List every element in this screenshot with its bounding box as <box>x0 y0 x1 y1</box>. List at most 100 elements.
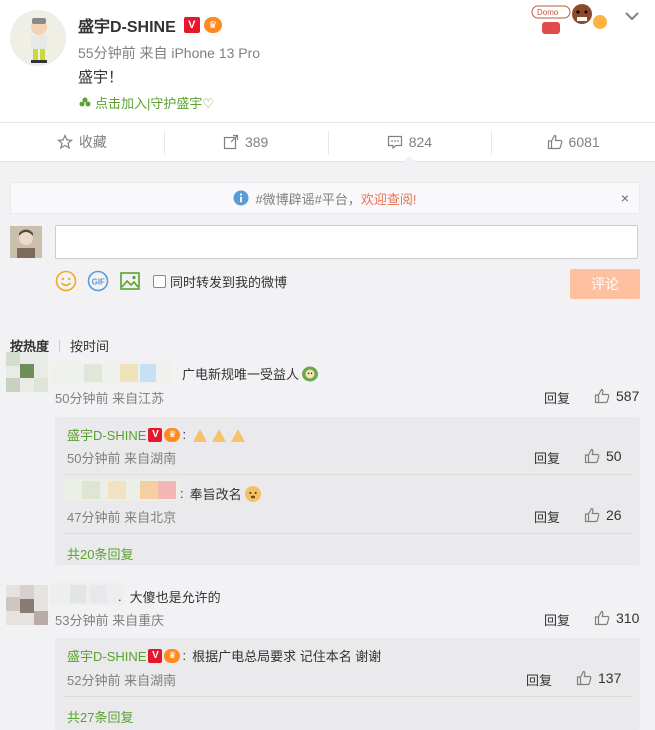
reply-button[interactable]: 回复 <box>534 507 560 526</box>
reply-meta: 52分钟前 来自湖南 <box>67 673 177 688</box>
comment-like-count: 587 <box>616 388 640 404</box>
submit-comment-button[interactable]: 评论 <box>570 269 640 299</box>
my-avatar <box>10 226 42 258</box>
smiley-icon[interactable] <box>55 270 77 292</box>
reply-like-button[interactable]: 137 <box>576 670 621 686</box>
crown-badge-icon: ♛ <box>164 648 181 663</box>
info-icon <box>233 190 249 206</box>
domo-sticker-decoration: Domo <box>528 0 610 38</box>
commenter-name-blurred[interactable] <box>50 583 124 605</box>
reply-button[interactable]: 回复 <box>544 388 570 407</box>
reply-divider <box>63 533 633 534</box>
commenter-name-blurred[interactable] <box>50 362 172 384</box>
post-action-bar: 收藏 389 824 6081 <box>0 122 655 162</box>
thumbs-up-icon <box>584 507 600 523</box>
reply-like-count: 26 <box>606 507 622 523</box>
like-button[interactable]: 6081 <box>491 123 655 161</box>
reply-text: : 奉旨改名 <box>180 484 262 503</box>
chevron-down-icon[interactable] <box>622 8 642 24</box>
comment-body: 大傻也是允许的 <box>129 590 221 605</box>
post-source: 来自 iPhone 13 Pro <box>139 45 261 61</box>
commenter-avatar-blurred[interactable] <box>6 585 48 625</box>
more-replies-link[interactable]: 共27条回复 <box>67 707 133 726</box>
author-name-row: 盛宇D-SHINE V ♛ <box>78 13 222 37</box>
comment-icon <box>387 135 402 150</box>
reply-colon: : <box>182 427 187 442</box>
comment-input[interactable] <box>55 225 638 259</box>
reply-meta: 47分钟前 来自北京 <box>67 510 177 525</box>
collect-button[interactable]: 收藏 <box>0 123 164 161</box>
sort-divider <box>59 339 61 352</box>
post-text: 盛宇！ <box>78 69 124 86</box>
reply-like-count: 137 <box>598 670 622 686</box>
commenter-avatar-blurred[interactable] <box>6 352 48 392</box>
join-fan-label: 点击加入|守护盛宇♡ <box>95 96 215 111</box>
comment-text: . 大傻也是允许的 <box>118 587 221 606</box>
reply-button[interactable]: 回复 <box>526 670 552 689</box>
thumbs-up-icon <box>594 388 610 404</box>
reply-divider <box>63 474 633 475</box>
reply-body: 根据广电总局要求 记住本名 谢谢 <box>192 649 382 664</box>
comment-meta: 50分钟前 来自江苏 <box>55 391 165 406</box>
crown-badge-icon: ♛ <box>203 17 222 33</box>
reply-author-name[interactable]: 盛宇D-SHINE <box>67 425 146 444</box>
post-meta: 55分钟前 来自 iPhone 13 Pro <box>78 43 260 63</box>
reply-like-button[interactable]: 50 <box>584 448 622 464</box>
post-time[interactable]: 55分钟前 <box>78 45 136 61</box>
reply-author-name-blurred[interactable] <box>64 479 180 501</box>
rumor-notice-bar: #微博辟谣#平台， 欢迎查阅! × <box>10 182 640 214</box>
cucumber-emoji-icon <box>302 366 319 381</box>
reply-author-name[interactable]: 盛宇D-SHINE <box>67 646 146 665</box>
doge-emoji-icon <box>244 485 261 502</box>
svg-text:GIF: GIF <box>92 278 105 287</box>
reply-text: 盛宇D-SHINE V ♛ : 根据广电总局要求 记住本名 谢谢 <box>67 646 381 665</box>
like-count: 6081 <box>568 134 600 150</box>
comment-like-count: 310 <box>616 610 640 626</box>
reply-divider <box>63 696 633 697</box>
notice-text: #微博辟谣#平台， <box>255 191 361 207</box>
comment-dot: . <box>118 589 122 604</box>
comment-meta: 53分钟前 来自重庆 <box>55 613 165 628</box>
thumbs-up-icon <box>547 134 562 150</box>
notice-link[interactable]: 欢迎查阅! <box>361 189 417 208</box>
clover-icon <box>79 97 91 106</box>
checkbox-box[interactable] <box>153 274 166 288</box>
praying-hands-emoji-icon <box>193 428 246 442</box>
join-fan-link[interactable]: 点击加入|守护盛宇♡ <box>78 93 214 112</box>
reply-button[interactable]: 回复 <box>534 448 560 467</box>
forward-button[interactable]: 389 <box>163 123 328 161</box>
collect-label: 收藏 <box>78 134 107 150</box>
gif-icon[interactable]: GIF <box>87 270 109 292</box>
reply-colon: : <box>180 486 184 501</box>
author-name[interactable]: 盛宇D-SHINE <box>78 13 176 37</box>
comments-panel: #微博辟谣#平台， 欢迎查阅! × GIF 同时转发到我的微博 评论 按热度 按… <box>0 162 655 730</box>
crown-badge-icon: ♛ <box>164 427 181 442</box>
comment-button[interactable]: 824 <box>327 123 492 162</box>
forward-checkbox-label: 同时转发到我的微博 <box>170 274 288 290</box>
thumbs-up-icon <box>584 448 600 464</box>
composer-toolbar: GIF 同时转发到我的微博 <box>55 270 287 292</box>
forward-count: 389 <box>244 134 269 150</box>
reply-like-count: 50 <box>606 448 622 464</box>
forward-to-my-weibo-checkbox[interactable]: 同时转发到我的微博 <box>153 272 287 291</box>
thumbs-up-icon <box>594 610 610 626</box>
star-icon <box>56 134 73 150</box>
post-card: 盛宇D-SHINE V ♛ 55分钟前 来自 iPhone 13 Pro 盛宇！… <box>0 0 655 122</box>
author-avatar[interactable] <box>10 10 66 66</box>
more-replies-link[interactable]: 共20条回复 <box>67 544 133 563</box>
reply-button[interactable]: 回复 <box>544 610 570 629</box>
comment-like-button[interactable]: 310 <box>594 610 639 626</box>
comment-like-button[interactable]: 587 <box>594 388 639 404</box>
comment-text: 广电新规唯一受益人 <box>182 364 319 383</box>
comment-body: 广电新规唯一受益人 <box>182 367 300 382</box>
thumbs-up-icon <box>576 670 592 686</box>
sort-by-time-tab[interactable]: 按时间 <box>70 336 109 355</box>
close-icon[interactable]: × <box>621 190 629 206</box>
reply-text: 盛宇D-SHINE V ♛ : <box>67 425 250 444</box>
reply-colon: : <box>182 648 187 663</box>
svg-text:Domo: Domo <box>537 8 559 17</box>
image-icon[interactable] <box>119 270 141 292</box>
reply-like-button[interactable]: 26 <box>584 507 622 523</box>
verified-badge-icon: V <box>183 17 200 33</box>
comment-count: 824 <box>408 134 433 150</box>
